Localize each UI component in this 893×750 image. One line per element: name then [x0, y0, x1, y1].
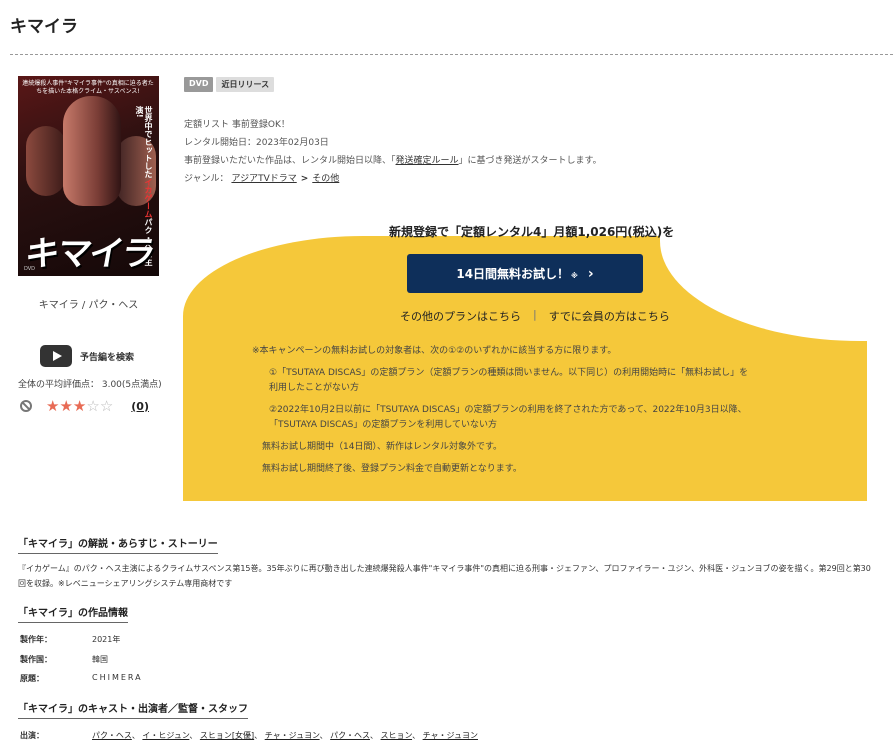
note-mark: ※	[571, 271, 578, 280]
campaign-note: ②2022年10月2日以前に「TSUTAYA DISCAS」の定額プランの利用を…	[269, 405, 747, 430]
poster-figure-left	[26, 126, 66, 196]
campaign-note: 無料お試し期間終了後、登録プラン料金で自動更新となります。	[262, 464, 522, 474]
poster-blurb: 連続爆殺人事件"キマイラ事件"の真相に迫る者たちを描いた本格クライム・サスペンス…	[22, 80, 154, 95]
genre-row: ジャンル： アジアTVドラマ > その他	[184, 174, 340, 184]
cast-link[interactable]: スヒョン	[381, 731, 413, 740]
free-trial-label[interactable]: 14日間無料お試し！	[456, 265, 569, 282]
free-trial-button[interactable]: 14日間無料お試し！ ※ ›	[407, 254, 643, 293]
link-separator: |	[533, 308, 537, 321]
cast-link[interactable]: チャ・ジュヨン	[423, 731, 478, 740]
cast-label: 出演：	[20, 731, 44, 740]
shipping-rule-link[interactable]: 発送確定ルール	[396, 156, 459, 166]
poster-image[interactable]: 連続爆殺人事件"キマイラ事件"の真相に迫る者たちを描いた本格クライム・サスペンス…	[18, 76, 159, 276]
info-label: 製作国：	[20, 655, 52, 664]
campaign-note: 無料お試し期間中（14日間）、新作はレンタル対象外です。	[262, 442, 503, 452]
info-value: 韓国	[92, 655, 108, 664]
shipping-note: 事前登録いただいた作品は、レンタル開始日以降、「発送確定ルール」に基づき発送がス…	[184, 156, 602, 166]
star-icon[interactable]: ★	[46, 397, 59, 415]
product-meta: 定額リスト 事前登録OK！ レンタル開始日：2023年02月03日 事前登録いた…	[184, 116, 602, 188]
cast-row: 出演： パク・ヘス、 イ・ヒジュン、 スヒョン[女優]、 チャ・ジュヨン、 パク…	[20, 730, 478, 741]
story-heading: 「キマイラ」の解説・あらすじ・ストーリー	[18, 535, 218, 554]
info-value: CHIMERA	[92, 673, 143, 682]
star-icon[interactable]: ☆	[86, 397, 99, 415]
genre-link-other[interactable]: その他	[312, 174, 339, 184]
member-login-link[interactable]: すでに会員の方はこちら	[549, 308, 670, 324]
cast-link[interactable]: パク・ヘス	[92, 731, 132, 740]
star-icon[interactable]: ☆	[100, 397, 113, 415]
trailer-search-label[interactable]: 予告編を検索	[80, 350, 134, 363]
story-text: 『イカゲーム』のパク・ヘス主演によるクライムサスペンス第15巻。35年ぶりに再び…	[18, 564, 871, 588]
info-label: 製作年：	[20, 635, 52, 644]
campaign-note: ①「TSUTAYA DISCAS」の定額プラン（定額プランの種類は問いません。以…	[269, 368, 749, 393]
play-icon[interactable]	[40, 345, 72, 367]
plan-links: その他のプランはこちら | すでに会員の方はこちら	[400, 308, 670, 324]
star-icon[interactable]: ★	[59, 397, 72, 415]
promo-headline: 新規登録で「定額レンタル4」月額1,026円(税込)を	[389, 225, 675, 239]
info-label: 原題：	[20, 674, 44, 683]
other-plans-link[interactable]: その他のプランはこちら	[400, 308, 521, 324]
cast-link[interactable]: イ・ヒジュン	[142, 731, 189, 740]
star-icon[interactable]: ★	[73, 397, 86, 415]
not-interested-icon[interactable]	[20, 400, 32, 412]
badge-group: DVD 近日リリース	[184, 77, 275, 92]
chevron-right-icon: ›	[587, 265, 594, 282]
info-heading: 「キマイラ」の作品情報	[18, 604, 128, 623]
release-badge: 近日リリース	[216, 77, 275, 92]
cast-heading: 「キマイラ」のキャスト・出演者／監督・スタッフ	[18, 700, 248, 719]
cast-list: パク・ヘス、 イ・ヒジュン、 スヒョン[女優]、 チャ・ジュヨン、 パク・ヘス、…	[92, 731, 478, 740]
title-divider	[10, 54, 893, 55]
poster-dvd-mark: DVD	[24, 266, 36, 272]
campaign-note: ※本キャンペーンの無料お試しの対象者は、次の①②のいずれかに該当する方に限ります…	[252, 346, 617, 356]
cast-link[interactable]: スヒョン[女優]	[200, 731, 254, 740]
page-title: キマイラ	[10, 17, 78, 37]
cast-link[interactable]: パク・ヘス	[330, 731, 370, 740]
average-rating: 全体の平均評価点： 3.00(5点満点)	[18, 380, 162, 390]
poster-caption: キマイラ / パク・ヘス	[38, 300, 139, 311]
poster-figure-center	[63, 96, 121, 206]
rating-row: ★★★☆☆ (0)	[20, 397, 149, 415]
info-value: 2021年	[92, 635, 121, 644]
pre-register-note: 定額リスト 事前登録OK！	[184, 120, 290, 130]
review-count-link[interactable]: (0)	[131, 400, 149, 413]
rating-stars[interactable]: ★★★☆☆	[46, 397, 113, 415]
format-badge: DVD	[184, 77, 214, 92]
cast-link[interactable]: チャ・ジュヨン	[265, 731, 320, 740]
rental-start-date: レンタル開始日：2023年02月03日	[184, 138, 329, 148]
genre-link-asian-tv[interactable]: アジアTVドラマ	[231, 174, 296, 184]
trailer-search-button[interactable]: 予告編を検索	[40, 345, 134, 367]
poster-logo: キマイラ	[21, 234, 157, 274]
campaign-notes: ※本キャンペーンの無料お試しの対象者は、次の①②のいずれかに該当する方に限ります…	[252, 344, 748, 484]
